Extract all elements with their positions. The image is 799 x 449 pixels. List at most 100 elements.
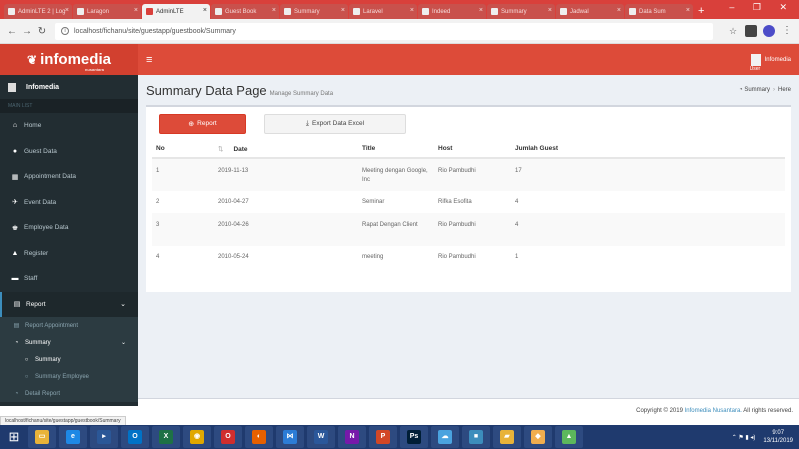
cell-host: Rio Pambudhi — [434, 213, 511, 246]
page-title-text: Summary Data Page — [146, 82, 267, 98]
system-clock[interactable]: 9:07 13/11/2019 — [763, 429, 793, 445]
taskbar-app[interactable]: ◐ — [245, 426, 273, 448]
sidebar-item-guest-data[interactable]: ● Guest Data — [0, 139, 138, 165]
taskbar-app[interactable]: ▰ — [493, 426, 521, 448]
taskbar-app[interactable]: ▸ — [90, 426, 118, 448]
breadcrumb-summary[interactable]: Summary — [744, 87, 770, 93]
browser-tab[interactable]: Indeed × — [418, 4, 486, 19]
col-header-no[interactable]: No — [152, 140, 214, 159]
extension-icon[interactable] — [745, 25, 757, 37]
taskbar-app[interactable]: Ps — [400, 426, 428, 448]
table-row: 1 2019-11-13 Meeting dengan Google, Inc Rio… — [152, 158, 785, 191]
sidebar-subitem-summary[interactable]: ○ Summary — [0, 351, 138, 368]
sidebar-subitem-summary[interactable]: ◔ Summary ⌄ — [0, 334, 138, 351]
tab-close-icon[interactable]: × — [548, 7, 552, 14]
taskbar-app[interactable]: N — [338, 426, 366, 448]
tab-close-icon[interactable]: × — [410, 7, 414, 14]
taskbar-app[interactable]: ⋈ — [276, 426, 304, 448]
profile-icon[interactable] — [763, 25, 775, 37]
taskbar-app[interactable]: O — [121, 426, 149, 448]
sidebar-toggle-icon[interactable]: ≡ — [146, 54, 152, 66]
content-header: Summary Data Page Manage Summary Data ◔ S… — [138, 75, 799, 105]
sidebar-item-label: Staff — [24, 275, 38, 283]
page-subtitle: Manage Summary Data — [269, 90, 334, 97]
browser-tab[interactable]: Data Sum × — [625, 4, 693, 19]
tab-close-icon[interactable]: × — [617, 7, 621, 14]
sidebar-item-label: Appointment Data — [24, 173, 77, 181]
browser-tab[interactable]: Guest Book × — [211, 4, 279, 19]
bookmark-star-icon[interactable]: ☆ — [727, 25, 739, 37]
taskbar-app[interactable]: ▭ — [28, 426, 56, 448]
sidebar-subitem-report-appointment[interactable]: ▤ Report Appointment — [0, 317, 138, 334]
tab-close-icon[interactable]: × — [203, 7, 207, 14]
tab-title: Summary — [294, 8, 320, 15]
taskbar-app[interactable]: X — [152, 426, 180, 448]
table-header-row: No ⇅ Date Title Host Jumlah Guest — [152, 140, 785, 159]
window-controls[interactable]: – ❐ ✕ — [729, 2, 795, 13]
tab-close-icon[interactable]: × — [272, 7, 276, 14]
id-card-icon: ▬ — [11, 275, 19, 283]
taskbar-app[interactable]: ☁ — [431, 426, 459, 448]
browser-tab[interactable]: Summary × — [280, 4, 348, 19]
sidebar: Infomedia MAIN LIST ⌂ Home ● Guest Data ▦ App… — [0, 75, 138, 406]
address-bar[interactable]: i localhost/fichanu/site/guestapp/guestb… — [55, 22, 713, 40]
breadcrumb-here: Here — [777, 87, 791, 93]
sidebar-item-staff[interactable]: ▬ Staff — [0, 266, 138, 292]
system-tray[interactable]: ⌃ ⚑ ▮ ◂) 9:07 13/11/2019 — [732, 429, 799, 445]
col-header-host[interactable]: Host — [434, 140, 511, 159]
browser-tab[interactable]: Jadwal × — [556, 4, 624, 19]
tab-close-icon[interactable]: × — [479, 7, 483, 14]
app-logo[interactable]: ❦ infomedia nusantara — [0, 44, 138, 75]
report-button[interactable]: ⊕ Report — [159, 113, 246, 134]
taskbar-app[interactable]: e — [59, 426, 87, 448]
browser-tab[interactable]: AdminLTE × — [142, 4, 210, 19]
sidebar-subitem-detail-report[interactable]: ◔ Detail Report — [0, 385, 138, 402]
lock-icon: ▲ — [11, 249, 19, 257]
tab-close-icon[interactable]: × — [686, 7, 690, 14]
forward-icon[interactable]: → — [21, 26, 33, 37]
taskbar-app[interactable]: W — [307, 426, 335, 448]
sidebar-item-register[interactable]: ▲ Register — [0, 241, 138, 267]
browser-tab[interactable]: Laragon × — [73, 4, 141, 19]
cell-no: 1 — [152, 158, 214, 191]
tab-close-icon[interactable]: × — [341, 7, 345, 14]
browser-tab[interactable]: AdminLTE 2 | Log × — [4, 4, 72, 19]
sidebar-item-employee-data[interactable]: ♚ Employee Data — [0, 215, 138, 241]
powerpoint-icon: P — [376, 430, 390, 444]
taskbar-app[interactable]: O — [214, 426, 242, 448]
col-header-date[interactable]: ⇅ Date — [214, 140, 358, 159]
sidebar-item-report[interactable]: ▤ Report ⌄ — [0, 291, 138, 317]
report-icon: ▤ — [13, 301, 21, 309]
cell-host: Rifka Esofita — [438, 199, 472, 205]
taskbar-app[interactable]: ■ — [462, 426, 490, 448]
tab-favicon-icon — [8, 8, 15, 15]
export-excel-button[interactable]: ⤓ Export Data Excel — [264, 113, 406, 134]
windows-start-icon[interactable]: ⊞ — [0, 425, 28, 449]
photoshop-icon: Ps — [407, 430, 421, 444]
back-icon[interactable]: ← — [6, 26, 18, 37]
sidebar-item-home[interactable]: ⌂ Home — [0, 113, 138, 139]
sidebar-subitem-summary-employee[interactable]: ○ Summary Employee — [0, 368, 138, 385]
user-menu[interactable]: User Infomedia — [750, 53, 791, 72]
tray-icons[interactable]: ⌃ ⚑ ▮ ◂) — [732, 434, 756, 441]
sidebar-item-appointment-data[interactable]: ▦ Appointment Data — [0, 164, 138, 190]
info-icon[interactable]: i — [61, 27, 69, 35]
taskbar-app[interactable]: P — [369, 426, 397, 448]
col-header-guests[interactable]: Jumlah Guest — [511, 140, 785, 159]
browser-menu-icon[interactable]: ⋮ — [781, 25, 793, 37]
sidebar-item-event-data[interactable]: ✈ Event Data — [0, 190, 138, 216]
new-tab-button[interactable]: + — [698, 4, 704, 19]
footer-brand-link[interactable]: Infomedia Nusantara. — [685, 408, 742, 414]
taskbar-app[interactable]: ◆ — [524, 426, 552, 448]
tab-close-icon[interactable]: × — [65, 7, 69, 14]
browser-tab[interactable]: Summary × — [487, 4, 555, 19]
browser-tab[interactable]: Laravel × — [349, 4, 417, 19]
tab-close-icon[interactable]: × — [134, 7, 138, 14]
content-wrapper: Summary Data Page Manage Summary Data ◔ S… — [138, 75, 799, 406]
col-header-title[interactable]: Title — [358, 140, 434, 159]
taskbar-app[interactable]: ◉ — [183, 426, 211, 448]
taskbar-app[interactable]: ▲ — [555, 426, 583, 448]
reload-icon[interactable]: ↻ — [36, 26, 48, 37]
cell-title: Meeting dengan Google, Inc — [358, 158, 434, 191]
export-button-label: Export Data Excel — [312, 120, 365, 127]
